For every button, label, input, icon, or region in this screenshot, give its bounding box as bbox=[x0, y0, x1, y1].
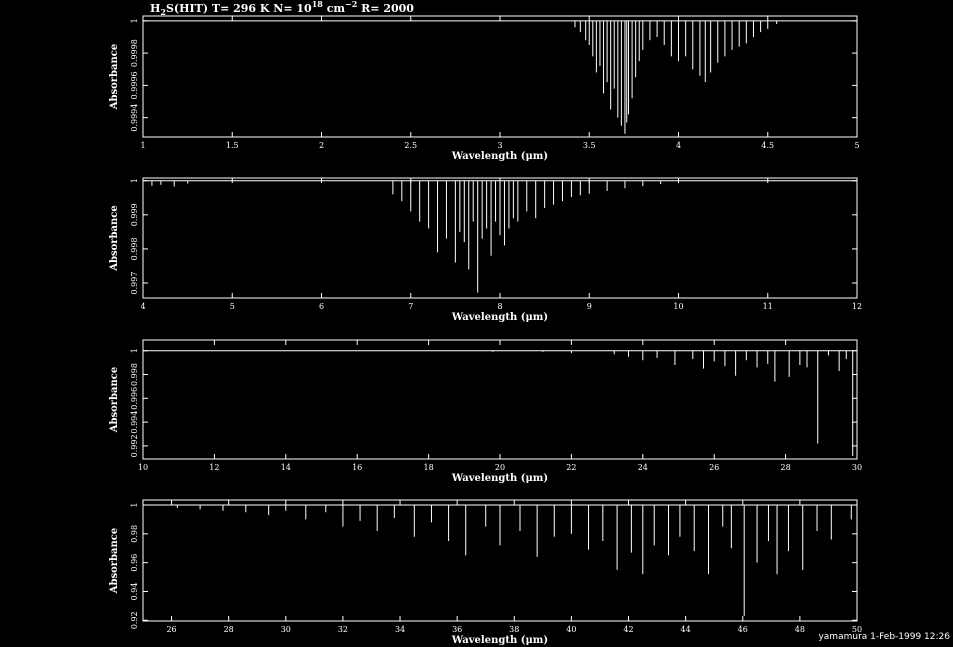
x-tick-label: 6 bbox=[319, 302, 324, 311]
x-tick-label: 14 bbox=[281, 463, 291, 472]
title-unit-exponent: −2 bbox=[345, 0, 357, 9]
panels: 1 1.5 2 2.5 3 3.5 4 4.5 510.99980.99960.9994Wave… bbox=[109, 15, 862, 646]
x-axis-title: Wavelength (μm) bbox=[451, 312, 548, 323]
y-tick-label: 1 bbox=[130, 178, 139, 183]
x-tick-label: 30 bbox=[852, 463, 862, 472]
x-tick-label: 34 bbox=[395, 625, 405, 634]
x-tick-label: 16 bbox=[352, 463, 362, 472]
title-species-rest: S(HIT) T= 296 K N= 10 bbox=[166, 2, 312, 15]
x-tick-label: 12 bbox=[852, 302, 862, 311]
x-tick-label: 8 bbox=[497, 302, 502, 311]
y-tick-label: 0.92 bbox=[130, 611, 139, 629]
x-tick-label: 26 bbox=[166, 625, 176, 634]
panel-3: 10 12 14 16 18 20 22 24 26 28 30 1 0.9980.9960.9940.… bbox=[109, 339, 862, 484]
figure-title: H2S(HIT) T= 296 K N= 1018 cm−2 R= 2000 bbox=[150, 0, 414, 17]
y-axis-title: Absorbance bbox=[109, 44, 120, 111]
x-tick-label: 7 bbox=[408, 302, 413, 311]
x-tick-label: 32 bbox=[338, 625, 348, 634]
x-tick-label: 1.5 bbox=[226, 141, 239, 150]
x-tick-label: 36 bbox=[452, 625, 462, 634]
y-tick-label: 0.994 bbox=[130, 411, 139, 434]
y-tick-label: 0.996 bbox=[130, 387, 139, 410]
panel-4: 26 28 30 32 34 36 38 40 42 44 46 48 5010.980.960.940… bbox=[109, 499, 862, 646]
x-tick-label: 46 bbox=[738, 625, 748, 634]
x-tick-label: 10 bbox=[138, 463, 148, 472]
y-tick-label: 0.998 bbox=[130, 363, 139, 386]
x-tick-label: 1 bbox=[140, 141, 145, 150]
y-tick-label: 0.998 bbox=[130, 237, 139, 260]
x-tick-label: 44 bbox=[681, 625, 691, 634]
plot-frame bbox=[142, 339, 858, 460]
x-tick-label: 10 bbox=[673, 302, 683, 311]
x-tick-label: 28 bbox=[224, 625, 234, 634]
x-tick-label: 5 bbox=[854, 141, 859, 150]
y-tick-label: 0.94 bbox=[130, 583, 139, 601]
y-axis-title: Absorbance bbox=[109, 528, 120, 595]
x-tick-label: 3.5 bbox=[583, 141, 596, 150]
x-tick-label: 22 bbox=[566, 463, 576, 472]
x-tick-label: 12 bbox=[209, 463, 219, 472]
panel-1: 1 1.5 2 2.5 3 3.5 4 4.5 5 1 0.9998 0.9996 0.9994 Wave… bbox=[109, 15, 860, 162]
x-tick-label: 5 bbox=[230, 302, 235, 311]
x-tick-label: 9 bbox=[587, 302, 592, 311]
x-axis-title: Wavelength (μm) bbox=[451, 151, 548, 162]
plot-frame bbox=[142, 15, 858, 138]
panel-2: 4 5 6 7 8 9 10 11 12 1 0.999 0.998 0.997 Wavelength (… bbox=[109, 177, 862, 323]
y-tick-label: 0.992 bbox=[130, 434, 139, 457]
x-tick-label: 2.5 bbox=[404, 141, 417, 150]
x-axis-title: Wavelength (μm) bbox=[451, 635, 548, 646]
y-tick-label: 0.997 bbox=[130, 272, 139, 295]
x-tick-label: 42 bbox=[623, 625, 633, 634]
y-tick-label: 1 bbox=[130, 348, 139, 353]
y-tick-label: 0.96 bbox=[130, 554, 139, 572]
x-tick-label: 11 bbox=[763, 302, 773, 311]
y-tick-label: 1 bbox=[130, 18, 139, 23]
x-tick-label: 18 bbox=[424, 463, 434, 472]
y-tick-label: 0.999 bbox=[130, 203, 139, 226]
title-resolution: R= 2000 bbox=[357, 2, 414, 15]
x-tick-label: 4.5 bbox=[761, 141, 774, 150]
x-tick-label: 38 bbox=[509, 625, 519, 634]
x-tick-label: 26 bbox=[709, 463, 719, 472]
title-unit: cm bbox=[323, 2, 346, 15]
y-tick-label: 1 bbox=[130, 502, 139, 507]
spectrum-figure: H2S(HIT) T= 296 K N= 1018 cm−2 R= 2000 1… bbox=[109, 0, 950, 646]
x-tick-label: 30 bbox=[281, 625, 291, 634]
y-axis-title: Absorbance bbox=[109, 205, 120, 272]
y-tick-label: 0.9994 bbox=[130, 104, 139, 132]
x-tick-label: 40 bbox=[566, 625, 576, 634]
footer-stamp: yamamura 1-Feb-1999 12:26 bbox=[818, 632, 950, 642]
x-tick-label: 3 bbox=[497, 141, 502, 150]
x-tick-label: 4 bbox=[676, 141, 681, 150]
y-axis-title: Absorbance bbox=[109, 367, 120, 434]
x-tick-label: 28 bbox=[781, 463, 791, 472]
title-species: H bbox=[150, 2, 160, 15]
title-exponent: 18 bbox=[312, 0, 324, 9]
y-tick-label: 0.98 bbox=[130, 525, 139, 543]
x-axis-title: Wavelength (μm) bbox=[451, 473, 548, 484]
y-tick-label: 0.9996 bbox=[130, 71, 139, 99]
x-tick-label: 24 bbox=[638, 463, 648, 472]
x-tick-label: 2 bbox=[319, 141, 324, 150]
x-tick-label: 4 bbox=[140, 302, 145, 311]
x-tick-label: 48 bbox=[795, 625, 805, 634]
y-tick-label: 0.9998 bbox=[130, 39, 139, 67]
x-tick-label: 20 bbox=[495, 463, 505, 472]
